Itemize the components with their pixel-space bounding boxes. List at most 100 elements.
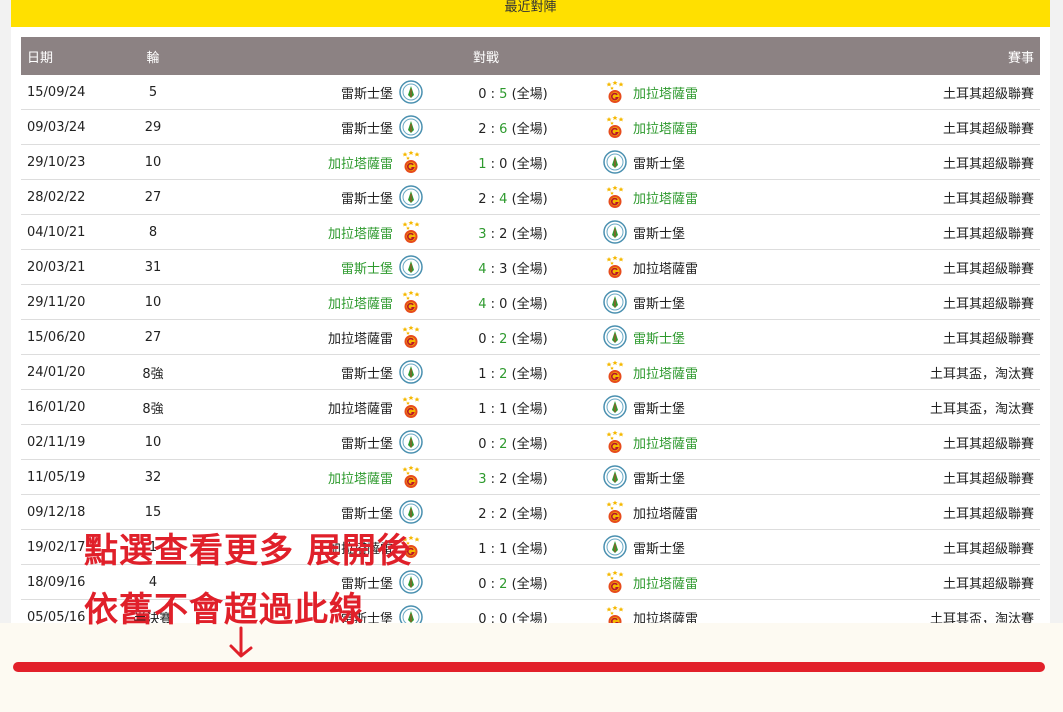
away-team-cell[interactable]: 雷斯士堡: [597, 529, 787, 565]
away-team-name[interactable]: 加拉塔薩雷: [633, 188, 698, 207]
match-score[interactable]: 0 : 5 (全場): [429, 75, 597, 110]
away-team-name[interactable]: 加拉塔薩雷: [633, 573, 698, 592]
home-team-name[interactable]: 雷斯士堡: [341, 118, 393, 137]
home-team-name[interactable]: 雷斯士堡: [341, 188, 393, 207]
match-score[interactable]: 1 : 1 (全場): [429, 529, 597, 565]
home-team-cell[interactable]: 加拉塔薩雷: [185, 284, 429, 320]
away-team-name[interactable]: 加拉塔薩雷: [633, 118, 698, 137]
home-team-name[interactable]: 加拉塔薩雷: [328, 468, 393, 487]
home-team-name[interactable]: 雷斯士堡: [341, 503, 393, 522]
away-team-cell[interactable]: 加拉塔薩雷: [597, 494, 787, 530]
section-title: 最近對陣: [504, 0, 557, 15]
away-team-name[interactable]: 加拉塔薩雷: [633, 83, 698, 102]
match-score[interactable]: 0 : 2 (全場): [429, 319, 597, 355]
away-team-cell[interactable]: 加拉塔薩雷: [597, 75, 787, 110]
home-team-cell[interactable]: 加拉塔薩雷: [185, 214, 429, 250]
match-score[interactable]: 1 : 0 (全場): [429, 144, 597, 180]
home-team-cell[interactable]: 加拉塔薩雷: [185, 459, 429, 495]
away-team-name[interactable]: 雷斯士堡: [633, 328, 685, 347]
match-score[interactable]: 0 : 2 (全場): [429, 424, 597, 460]
table-row[interactable]: 09/03/24 29 雷斯士堡 2 : 6 (全場) 加拉塔薩雷 土耳其超級聯賽: [21, 109, 1040, 145]
away-team-cell[interactable]: 雷斯士堡: [597, 459, 787, 495]
match-competition: 土耳其超級聯賽: [787, 494, 1040, 530]
home-team-cell[interactable]: 雷斯士堡: [185, 109, 429, 145]
match-score[interactable]: 2 : 4 (全場): [429, 179, 597, 215]
table-row[interactable]: 15/09/24 5 雷斯士堡 0 : 5 (全場) 加拉塔薩雷 土耳其超級聯賽: [21, 75, 1040, 110]
rizespor-crest-icon: [399, 80, 423, 104]
away-team-cell[interactable]: 加拉塔薩雷: [597, 424, 787, 460]
home-team-cell[interactable]: 雷斯士堡: [185, 179, 429, 215]
away-team-name[interactable]: 雷斯士堡: [633, 398, 685, 417]
match-score[interactable]: 3 : 2 (全場): [429, 459, 597, 495]
table-row[interactable]: 28/02/22 27 雷斯士堡 2 : 4 (全場) 加拉塔薩雷 土耳其超級聯賽: [21, 179, 1040, 215]
match-score[interactable]: 4 : 3 (全場): [429, 249, 597, 285]
home-team-name[interactable]: 雷斯士堡: [341, 258, 393, 277]
table-row[interactable]: 24/01/20 8強 雷斯士堡 1 : 2 (全場) 加拉塔薩雷 土耳其盃，淘汰賽: [21, 354, 1040, 390]
rizespor-crest-icon: [603, 395, 627, 419]
home-team-cell[interactable]: 加拉塔薩雷: [185, 144, 429, 180]
away-team-name[interactable]: 雷斯士堡: [633, 153, 685, 172]
away-team-cell[interactable]: 雷斯士堡: [597, 284, 787, 320]
away-team-cell[interactable]: 雷斯士堡: [597, 144, 787, 180]
match-score[interactable]: 2 : 6 (全場): [429, 109, 597, 145]
away-team-cell[interactable]: 加拉塔薩雷: [597, 249, 787, 285]
away-team-cell[interactable]: 加拉塔薩雷: [597, 109, 787, 145]
match-round: 29: [121, 109, 185, 145]
away-team-cell[interactable]: 雷斯士堡: [597, 214, 787, 250]
table-row[interactable]: 11/05/19 32 加拉塔薩雷 3 : 2 (全場) 雷斯士堡 土耳其超級聯賽: [21, 459, 1040, 495]
home-team-name[interactable]: 雷斯士堡: [341, 433, 393, 452]
match-score[interactable]: 2 : 2 (全場): [429, 494, 597, 530]
home-goals: 2: [478, 121, 487, 137]
home-team-name[interactable]: 加拉塔薩雷: [328, 153, 393, 172]
home-team-name[interactable]: 加拉塔薩雷: [328, 223, 393, 242]
rizespor-crest-icon: [603, 150, 627, 174]
match-date: 04/10/21: [21, 214, 121, 250]
match-score[interactable]: 4 : 0 (全場): [429, 284, 597, 320]
away-team-name[interactable]: 加拉塔薩雷: [633, 258, 698, 277]
table-row[interactable]: 16/01/20 8強 加拉塔薩雷 1 : 1 (全場) 雷斯士堡 土耳其盃，淘汰賽: [21, 389, 1040, 425]
home-team-cell[interactable]: 加拉塔薩雷: [185, 389, 429, 425]
away-team-name[interactable]: 加拉塔薩雷: [633, 503, 698, 522]
score-separator: :: [486, 86, 500, 102]
home-team-name[interactable]: 加拉塔薩雷: [328, 328, 393, 347]
away-team-name[interactable]: 雷斯士堡: [633, 223, 685, 242]
match-score[interactable]: 1 : 2 (全場): [429, 354, 597, 390]
away-team-name[interactable]: 雷斯士堡: [633, 293, 685, 312]
table-row[interactable]: 20/03/21 31 雷斯士堡 4 : 3 (全場) 加拉塔薩雷 土耳其超級聯賽: [21, 249, 1040, 285]
galatasaray-crest-icon: [603, 255, 627, 279]
score-note: (全場): [507, 577, 548, 592]
away-team-name[interactable]: 加拉塔薩雷: [633, 363, 698, 382]
match-score[interactable]: 0 : 2 (全場): [429, 564, 597, 600]
away-team-cell[interactable]: 加拉塔薩雷: [597, 179, 787, 215]
match-date: 28/02/22: [21, 179, 121, 215]
match-competition: 土耳其超級聯賽: [787, 564, 1040, 600]
rizespor-crest-icon: [399, 115, 423, 139]
away-team-cell[interactable]: 加拉塔薩雷: [597, 564, 787, 600]
away-team-cell[interactable]: 雷斯士堡: [597, 389, 787, 425]
away-team-cell[interactable]: 雷斯士堡: [597, 319, 787, 355]
table-row[interactable]: 02/11/19 10 雷斯士堡 0 : 2 (全場) 加拉塔薩雷 土耳其超級聯賽: [21, 424, 1040, 460]
home-team-cell[interactable]: 雷斯士堡: [185, 424, 429, 460]
home-team-name[interactable]: 雷斯士堡: [341, 363, 393, 382]
home-team-name[interactable]: 加拉塔薩雷: [328, 293, 393, 312]
match-score[interactable]: 3 : 2 (全場): [429, 214, 597, 250]
table-row[interactable]: 29/11/20 10 加拉塔薩雷 4 : 0 (全場) 雷斯士堡 土耳其超級聯賽: [21, 284, 1040, 320]
home-team-cell[interactable]: 雷斯士堡: [185, 249, 429, 285]
home-team-cell[interactable]: 雷斯士堡: [185, 354, 429, 390]
away-team-cell[interactable]: 加拉塔薩雷: [597, 354, 787, 390]
away-team-name[interactable]: 加拉塔薩雷: [633, 433, 698, 452]
home-team-name[interactable]: 加拉塔薩雷: [328, 398, 393, 417]
score-note: (全場): [507, 122, 548, 137]
full-time-label: (全場): [511, 401, 548, 417]
away-team-name[interactable]: 雷斯士堡: [633, 538, 685, 557]
header-match: 對戰: [185, 37, 787, 75]
away-team-name[interactable]: 雷斯士堡: [633, 468, 685, 487]
match-score[interactable]: 1 : 1 (全場): [429, 389, 597, 425]
match-round: 32: [121, 459, 185, 495]
table-row[interactable]: 04/10/21 8 加拉塔薩雷 3 : 2 (全場) 雷斯士堡 土耳其超級聯賽: [21, 214, 1040, 250]
table-row[interactable]: 15/06/20 27 加拉塔薩雷 0 : 2 (全場) 雷斯士堡 土耳其超級聯賽: [21, 319, 1040, 355]
home-team-cell[interactable]: 雷斯士堡: [185, 75, 429, 110]
home-team-name[interactable]: 雷斯士堡: [341, 83, 393, 102]
home-team-cell[interactable]: 加拉塔薩雷: [185, 319, 429, 355]
table-row[interactable]: 29/10/23 10 加拉塔薩雷 1 : 0 (全場) 雷斯士堡 土耳其超級聯賽: [21, 144, 1040, 180]
